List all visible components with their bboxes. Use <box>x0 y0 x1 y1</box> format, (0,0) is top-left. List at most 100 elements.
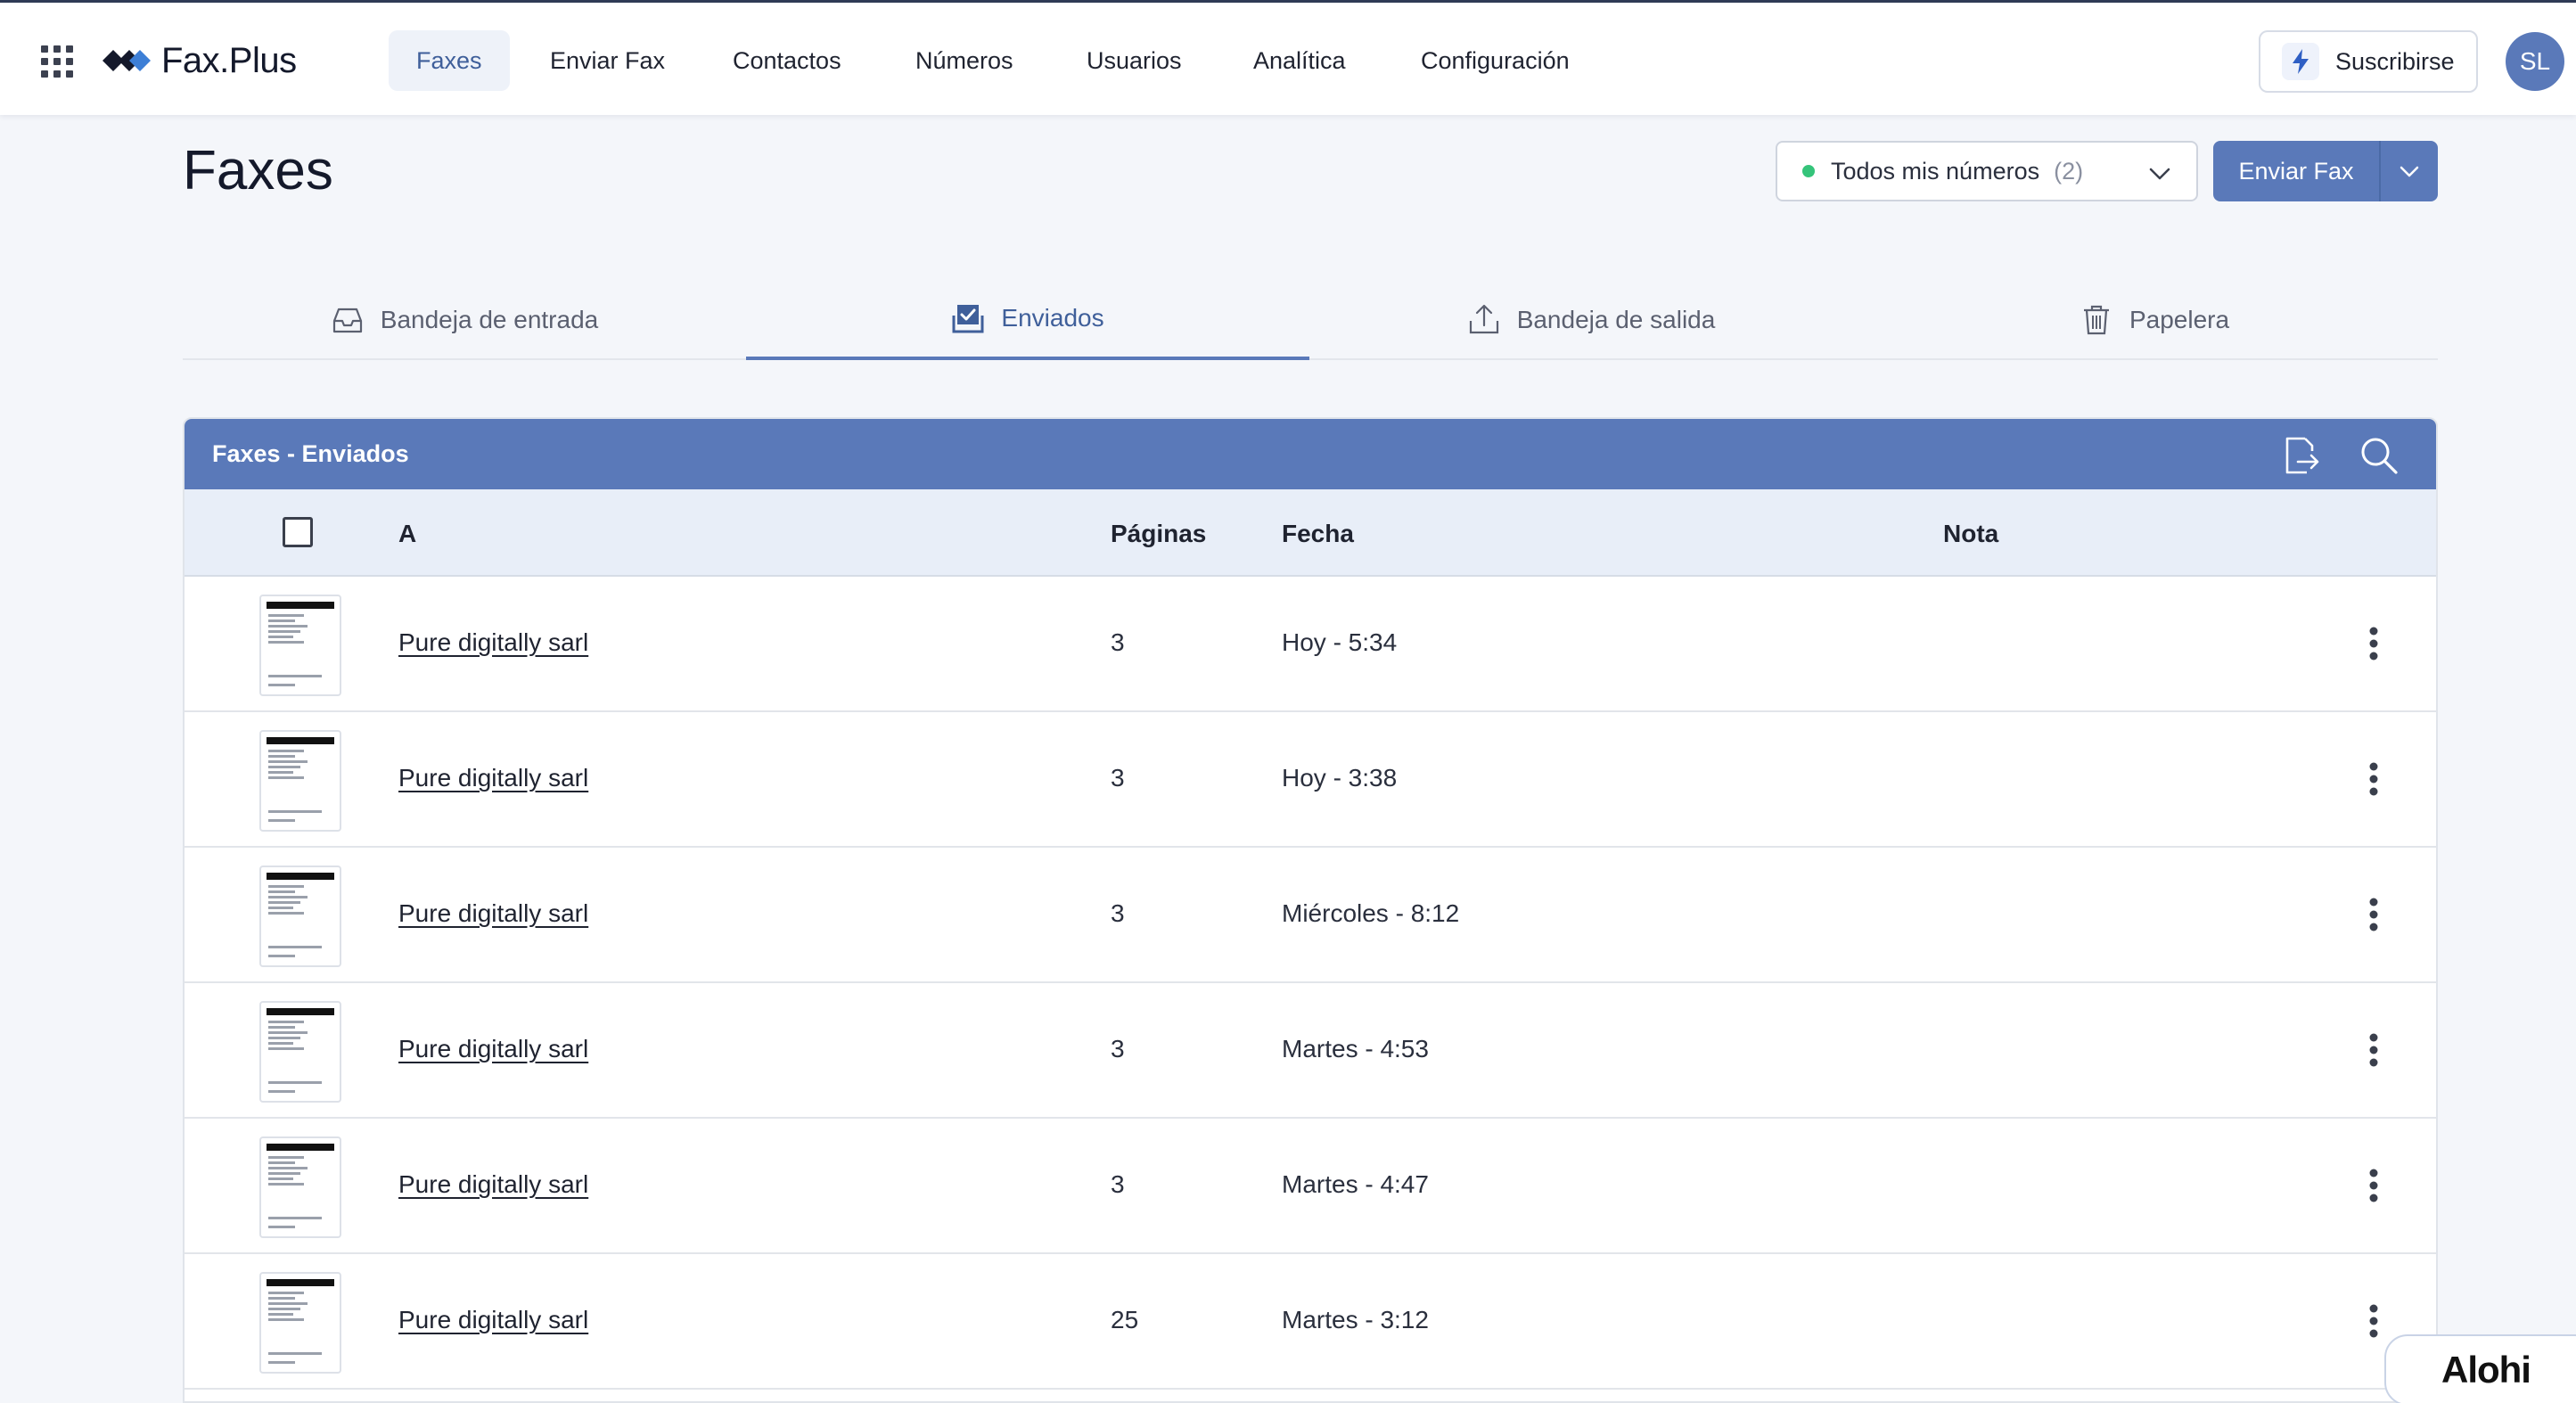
tab-trash-label: Papelera <box>2129 306 2230 333</box>
alohi-badge[interactable]: Alohi <box>2384 1334 2576 1403</box>
table-row[interactable]: Pure digitally sarl 3 Hoy - 5:34 <box>185 577 2436 712</box>
more-options-icon[interactable] <box>2356 1299 2391 1343</box>
recipient-link[interactable]: Pure digitally sarl <box>398 1306 588 1334</box>
page-count: 3 <box>1111 1035 1125 1063</box>
nav-analytics[interactable]: Analítica <box>1226 30 1374 91</box>
thumbnail-text-line <box>268 1318 304 1321</box>
table-row[interactable]: Pure digitally sarl 3 Hoy - 3:38 <box>185 712 2436 848</box>
thumbnail-text-line <box>268 760 308 763</box>
thumbnail-text-line <box>268 1297 295 1300</box>
faxes-table: Faxes - Enviados A Páginas Fecha Nota Pu… <box>183 417 2438 1403</box>
fax-thumbnail[interactable] <box>259 1136 341 1238</box>
recipient-link[interactable]: Pure digitally sarl <box>398 899 588 928</box>
tab-sent[interactable]: Enviados <box>746 280 1309 360</box>
thumbnail-text-line <box>268 1161 295 1164</box>
sent-date: Martes - 4:53 <box>1282 1035 1429 1063</box>
more-options-icon[interactable] <box>2356 1163 2391 1208</box>
thumbnail-text-line <box>268 890 295 893</box>
more-options-icon[interactable] <box>2356 621 2391 666</box>
column-note[interactable]: Nota <box>1943 520 1998 548</box>
nav-faxes[interactable]: Faxes <box>389 30 510 91</box>
subscribe-button[interactable]: Suscribirse <box>2259 30 2478 93</box>
thumbnail-text-line <box>268 907 293 909</box>
send-fax-button[interactable]: Enviar Fax <box>2213 141 2381 201</box>
column-to[interactable]: A <box>398 520 416 548</box>
recipient-link[interactable]: Pure digitally sarl <box>398 764 588 792</box>
tab-inbox-label: Bandeja de entrada <box>380 306 599 333</box>
brand-name: Fax.Plus <box>161 40 297 80</box>
fax-thumbnail[interactable] <box>259 1272 341 1374</box>
thumbnail-text-line <box>268 614 304 617</box>
tab-inbox[interactable]: Bandeja de entrada <box>183 280 746 360</box>
fax-thumbnail[interactable] <box>259 595 341 696</box>
recipient-link[interactable]: Pure digitally sarl <box>398 1035 588 1063</box>
column-date[interactable]: Fecha <box>1282 520 1354 548</box>
search-icon[interactable] <box>2359 435 2400 476</box>
apps-grid-icon[interactable] <box>41 45 73 78</box>
thumbnail-header-bar <box>267 1144 334 1151</box>
more-options-icon[interactable] <box>2356 1028 2391 1072</box>
recipient-link[interactable]: Pure digitally sarl <box>398 1170 588 1199</box>
table-row[interactable]: Pure digitally sarl 3 Martes - 4:53 <box>185 983 2436 1119</box>
top-navigation-bar: Fax.Plus Faxes Enviar Fax Contactos Núme… <box>0 0 2576 115</box>
nav-send-fax[interactable]: Enviar Fax <box>522 30 693 91</box>
thumbnail-header-bar <box>267 1279 334 1286</box>
thumbnail-text-line <box>268 885 304 888</box>
thumbnail-text-line <box>268 630 300 633</box>
table-row[interactable]: Pure digitally sarl 3 Miércoles - 8:12 <box>185 848 2436 983</box>
thumbnail-text-line <box>268 1021 304 1023</box>
fax-plus-logo-icon <box>103 50 151 71</box>
table-row[interactable]: Pure digitally sarl 3 Martes - 4:47 <box>185 1119 2436 1254</box>
thumbnail-text-line <box>268 776 304 779</box>
thumbnail-text-line <box>268 766 300 768</box>
nav-contacts[interactable]: Contactos <box>705 30 869 91</box>
page-count: 3 <box>1111 628 1125 656</box>
select-all-checkbox[interactable] <box>283 517 313 547</box>
thumbnail-text-line <box>268 1302 308 1305</box>
send-fax-options-button[interactable] <box>2381 141 2438 201</box>
number-filter-label: Todos mis números <box>1831 157 2040 185</box>
fax-thumbnail[interactable] <box>259 730 341 832</box>
thumbnail-text-line <box>268 819 295 822</box>
sent-date: Hoy - 3:38 <box>1282 764 1398 792</box>
subscribe-label: Suscribirse <box>2335 47 2455 75</box>
thumbnail-text-line <box>268 1361 295 1364</box>
tab-outbox-label: Bandeja de salida <box>1516 306 1716 333</box>
inbox-icon <box>332 308 362 333</box>
thumbnail-text-line <box>268 896 308 898</box>
thumbnail-text-line <box>268 1042 293 1045</box>
thumbnail-header-bar <box>267 1008 334 1015</box>
table-title: Faxes - Enviados <box>212 440 409 467</box>
nav-users[interactable]: Usuarios <box>1059 30 1210 91</box>
column-pages[interactable]: Páginas <box>1111 520 1206 548</box>
thumbnail-text-line <box>268 1026 295 1029</box>
thumbnail-text-line <box>268 1047 304 1050</box>
brand-logo[interactable]: Fax.Plus <box>101 38 297 83</box>
thumbnail-text-line <box>268 1172 300 1175</box>
table-row[interactable]: Pure digitally sarl 25 Martes - 3:12 <box>185 1254 2436 1390</box>
thumbnail-text-line <box>268 636 293 638</box>
tab-outbox[interactable]: Bandeja de salida <box>1309 280 1873 360</box>
user-avatar[interactable]: SL <box>2506 32 2564 91</box>
more-options-icon[interactable] <box>2356 892 2391 937</box>
recipient-link[interactable]: Pure digitally sarl <box>398 628 588 657</box>
thumbnail-text-line <box>268 755 295 758</box>
thumbnail-header-bar <box>267 602 334 609</box>
nav-settings[interactable]: Configuración <box>1393 30 1597 91</box>
export-icon[interactable] <box>2280 435 2321 476</box>
fax-thumbnail[interactable] <box>259 866 341 967</box>
fax-thumbnail[interactable] <box>259 1001 341 1103</box>
thumbnail-text-line <box>268 1177 293 1180</box>
nav-numbers[interactable]: Números <box>888 30 1041 91</box>
more-options-icon[interactable] <box>2356 757 2391 801</box>
number-filter-dropdown[interactable]: Todos mis números (2) <box>1776 141 2198 201</box>
thumbnail-text-line <box>268 641 304 644</box>
thumbnail-text-line <box>268 1156 304 1159</box>
thumbnail-header-bar <box>267 873 334 880</box>
page-count: 3 <box>1111 899 1125 927</box>
folder-tabs: Bandeja de entrada Enviados Bandeja de s… <box>183 280 2438 360</box>
tab-trash[interactable]: Papelera <box>1873 280 2436 360</box>
sent-date: Hoy - 5:34 <box>1282 628 1398 656</box>
thumbnail-text-line <box>268 619 295 622</box>
table-header-bar: Faxes - Enviados <box>185 419 2436 489</box>
